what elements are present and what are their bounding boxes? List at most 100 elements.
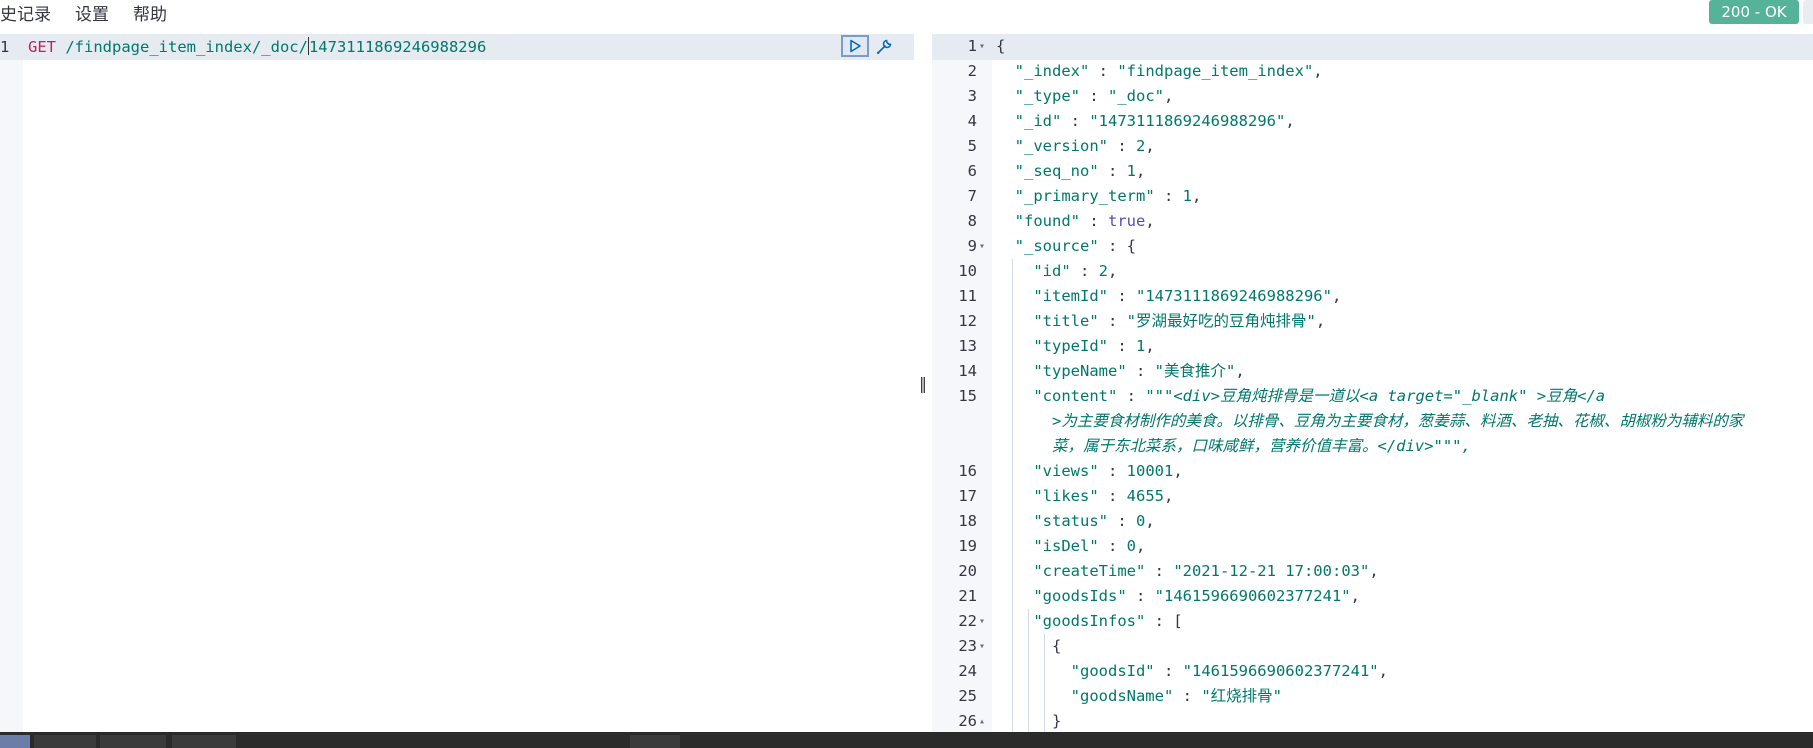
code-text: "goodsId" : "1461596690602377241", — [1070, 662, 1388, 680]
menu-item-help[interactable]: 帮助 — [133, 0, 167, 25]
line-number: 7 — [967, 187, 977, 205]
code-line: 21 "goodsIds" : "1461596690602377241", — [932, 584, 1813, 609]
code-line: 17 "likes" : 4655, — [932, 484, 1813, 509]
line-number: 22 — [958, 612, 977, 630]
pane-splitter[interactable]: ‖ — [914, 34, 932, 732]
code-text: "_id" : "1473111869246988296", — [1014, 112, 1295, 130]
fold-arrow-icon[interactable]: ▾ — [979, 609, 985, 634]
line-number: 3 — [967, 87, 977, 105]
code-text: "typeName" : "美食推介", — [1033, 362, 1245, 380]
line-number: 21 — [958, 587, 977, 605]
line-number: 11 — [958, 287, 977, 305]
line-number: 23 — [958, 637, 977, 655]
line-number: 1 — [0, 38, 10, 56]
code-line: 19 "isDel" : 0, — [932, 534, 1813, 559]
line-number: 17 — [958, 487, 977, 505]
code-text: "_primary_term" : 1, — [1014, 187, 1202, 205]
code-line: 24 "goodsId" : "1461596690602377241", — [932, 659, 1813, 684]
code-text: "goodsInfos" : [ — [1033, 612, 1183, 630]
line-number: 9 — [967, 237, 977, 255]
line-number: 12 — [958, 312, 977, 330]
line-number: 8 — [967, 212, 977, 230]
line-number: 24 — [958, 662, 977, 680]
fold-arrow-icon[interactable]: ▾ — [979, 234, 985, 259]
line-number: 6 — [967, 162, 977, 180]
code-line: 10 "id" : 2, — [932, 259, 1813, 284]
code-line: 4 "_id" : "1473111869246988296", — [932, 109, 1813, 134]
request-editor[interactable]: 1 GET /findpage_item_index/_doc/14731118… — [0, 34, 914, 732]
code-text: "isDel" : 0, — [1033, 537, 1146, 555]
request-line[interactable]: 1 GET /findpage_item_index/_doc/14731118… — [0, 34, 914, 60]
taskbar-item[interactable] — [100, 735, 166, 748]
taskbar-item[interactable] — [34, 735, 96, 748]
run-request-button[interactable] — [841, 35, 869, 57]
taskbar-item[interactable] — [172, 735, 236, 748]
menu-item-settings[interactable]: 设置 — [75, 0, 109, 25]
code-text: "itemId" : "1473111869246988296", — [1033, 287, 1342, 305]
line-number: 13 — [958, 337, 977, 355]
unfold-arrow-icon[interactable]: ▴ — [979, 709, 985, 732]
menu-bar: 史记录 设置 帮助 — [0, 0, 191, 25]
request-doc-id: 1473111869246988296 — [308, 38, 487, 56]
line-number: 16 — [958, 462, 977, 480]
fold-arrow-icon[interactable]: ▾ — [979, 34, 985, 59]
line-number: 19 — [958, 537, 977, 555]
code-text: "status" : 0, — [1033, 512, 1155, 530]
code-line: 6 "_seq_no" : 1, — [932, 159, 1813, 184]
code-line: 5 "_version" : 2, — [932, 134, 1813, 159]
code-text: "_index" : "findpage_item_index", — [1014, 62, 1323, 80]
menu-item-history[interactable]: 史记录 — [0, 0, 51, 25]
line-number: 20 — [958, 562, 977, 580]
code-text: "id" : 2, — [1033, 262, 1118, 280]
line-number: 1 — [967, 37, 977, 55]
line-number: 4 — [967, 112, 977, 130]
taskbar — [0, 732, 1813, 748]
line-number: 26 — [958, 712, 977, 730]
code-line: 1 ▾ { — [932, 34, 1813, 59]
code-line: 18 "status" : 0, — [932, 509, 1813, 534]
code-text: "content" : """<div>豆角炖排骨是一道以<a target="… — [996, 387, 1744, 455]
fold-arrow-icon[interactable]: ▾ — [979, 634, 985, 659]
code-text: "_seq_no" : 1, — [1014, 162, 1146, 180]
code-line: 20 "createTime" : "2021-12-21 17:00:03", — [932, 559, 1813, 584]
response-code: 1 ▾{2 "_index" : "findpage_item_index", 3 … — [932, 34, 1813, 732]
code-line: 14 "typeName" : "美食推介", — [932, 359, 1813, 384]
code-line: 2 "_index" : "findpage_item_index", — [932, 59, 1813, 84]
code-line: 25 "goodsName" : "红烧排骨" — [932, 684, 1813, 709]
request-settings-button[interactable] — [872, 35, 896, 59]
code-text: "_type" : "_doc", — [1014, 87, 1174, 105]
code-text: "likes" : 4655, — [1033, 487, 1174, 505]
code-text: { — [996, 637, 1062, 655]
line-number: 5 — [967, 137, 977, 155]
taskbar-item[interactable] — [0, 735, 30, 748]
code-line: 15 "content" : """<div>豆角炖排骨是一道以<a targe… — [932, 384, 1813, 459]
request-method: GET — [28, 38, 56, 56]
request-text[interactable]: GET /findpage_item_index/_doc/1473111869… — [28, 34, 486, 60]
code-text: "_version" : 2, — [1014, 137, 1155, 155]
code-line: 22 ▾ "goodsInfos" : [ — [932, 609, 1813, 634]
line-number: 2 — [967, 62, 977, 80]
line-number: 18 — [958, 512, 977, 530]
line-number: 25 — [958, 687, 977, 705]
code-line: 7 "_primary_term" : 1, — [932, 184, 1813, 209]
code-text: "goodsName" : "红烧排骨" — [1070, 687, 1282, 705]
line-number: 10 — [958, 262, 977, 280]
line-number: 14 — [958, 362, 977, 380]
code-line: 11 "itemId" : "1473111869246988296", — [932, 284, 1813, 309]
toolbar-edge — [1803, 0, 1813, 24]
wrench-icon — [877, 39, 892, 54]
response-viewer[interactable]: 1 ▾{2 "_index" : "findpage_item_index", 3 … — [932, 34, 1813, 732]
code-line: 26 ▴ } — [932, 709, 1813, 732]
code-line: 12 "title" : "罗湖最好吃的豆角炖排骨", — [932, 309, 1813, 334]
code-line: 13 "typeId" : 1, — [932, 334, 1813, 359]
code-line: 9 ▾ "_source" : { — [932, 234, 1813, 259]
code-line: 16 "views" : 10001, — [932, 459, 1813, 484]
taskbar-item[interactable] — [630, 735, 680, 748]
status-badge: 200 - OK — [1709, 0, 1799, 24]
drag-handle-icon[interactable]: ‖ — [919, 374, 927, 393]
code-line: 8 "found" : true, — [932, 209, 1813, 234]
code-text: { — [996, 37, 1006, 55]
code-text: "views" : 10001, — [1033, 462, 1183, 480]
line-number: 15 — [958, 387, 977, 405]
play-icon — [850, 39, 861, 53]
